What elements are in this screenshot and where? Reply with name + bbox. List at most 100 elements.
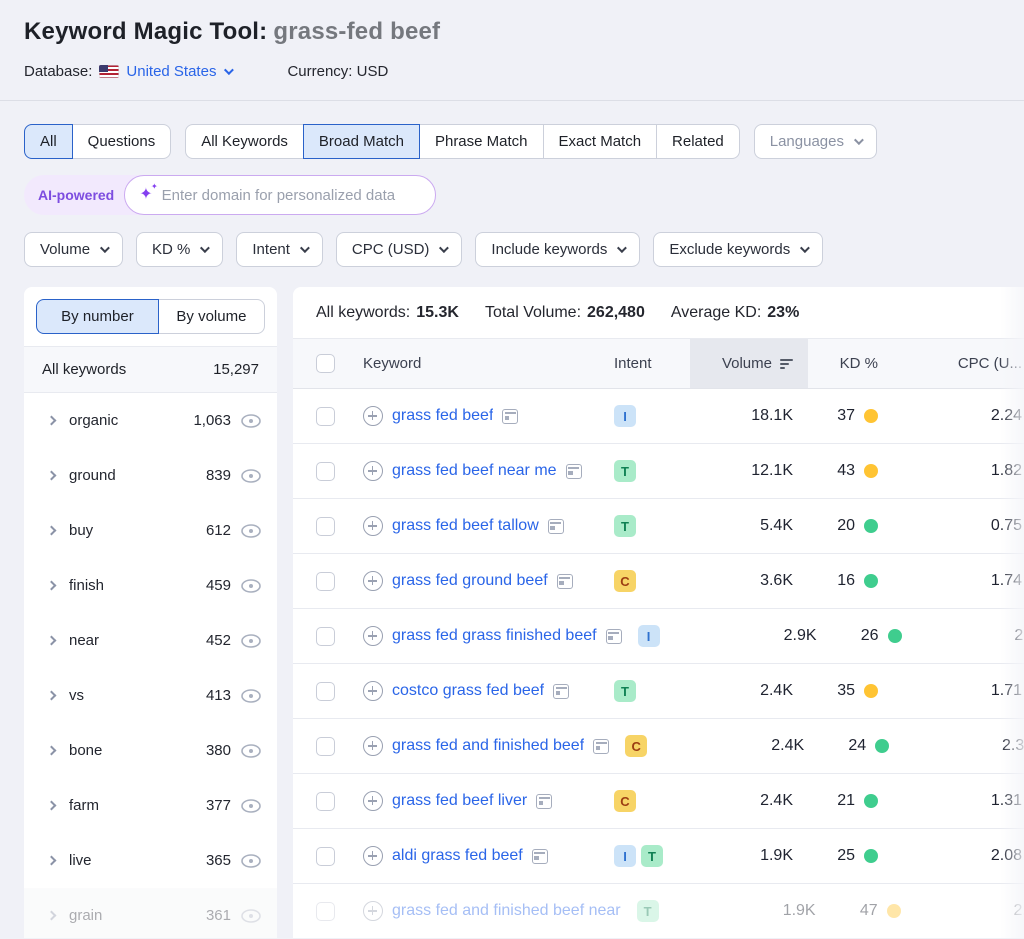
row-checkbox[interactable] xyxy=(316,571,335,591)
group-item-buy[interactable]: buy 612 xyxy=(24,503,277,558)
all-keywords-row[interactable]: All keywords 15,297 xyxy=(24,346,277,393)
column-header-volume[interactable]: Volume xyxy=(690,339,808,388)
keyword-link[interactable]: grass fed beef xyxy=(392,407,493,425)
serp-icon[interactable] xyxy=(565,463,582,479)
row-checkbox[interactable] xyxy=(316,736,335,756)
by-volume-tab[interactable]: By volume xyxy=(157,299,265,334)
keyword-link[interactable]: grass fed and finished beef xyxy=(392,737,584,755)
kd-filter-dropdown[interactable]: KD % xyxy=(136,232,224,267)
add-keyword-icon[interactable] xyxy=(363,736,383,756)
domain-input[interactable] xyxy=(161,186,417,204)
row-checkbox[interactable] xyxy=(316,901,335,921)
keyword-link[interactable]: grass fed ground beef xyxy=(392,572,548,590)
keyword-link[interactable]: grass fed beef liver xyxy=(392,792,527,810)
languages-dropdown[interactable]: Languages xyxy=(753,124,877,159)
volume-value: 1.9K xyxy=(760,847,793,864)
eye-icon[interactable] xyxy=(241,743,261,758)
table-row: grass fed grass finished beef I 2.9K 26 … xyxy=(293,609,1024,664)
intent-filter-dropdown[interactable]: Intent xyxy=(236,232,323,267)
eye-icon[interactable] xyxy=(241,908,261,923)
kd-dot xyxy=(887,629,902,643)
exclude-keywords-dropdown[interactable]: Exclude keywords xyxy=(653,232,824,267)
keyword-link[interactable]: grass fed beef near me xyxy=(392,462,557,480)
column-header-kd[interactable]: KD % xyxy=(808,339,908,388)
table-row: grass fed beef liver C 2.4K 21 1.31 xyxy=(293,774,1024,829)
group-item-near[interactable]: near 452 xyxy=(24,613,277,668)
keyword-link[interactable]: costco grass fed beef xyxy=(392,682,544,700)
group-item-live[interactable]: live 365 xyxy=(24,833,277,888)
serp-icon[interactable] xyxy=(593,738,610,754)
include-keywords-dropdown[interactable]: Include keywords xyxy=(475,232,641,267)
group-item-bone[interactable]: bone 380 xyxy=(24,723,277,778)
cpc-filter-dropdown[interactable]: CPC (USD) xyxy=(335,232,463,267)
row-checkbox[interactable] xyxy=(316,791,335,811)
eye-icon[interactable] xyxy=(241,633,261,648)
tab-all-keywords[interactable]: All Keywords xyxy=(185,124,304,159)
group-item-finish[interactable]: finish 459 xyxy=(24,558,277,613)
page-header: Keyword Magic Tool: grass-fed beef Databa… xyxy=(0,0,1024,101)
tab-all[interactable]: All xyxy=(24,124,73,159)
cpc-value: 1.74 xyxy=(990,572,1022,589)
chevron-right-icon xyxy=(46,470,57,481)
eye-icon[interactable] xyxy=(241,578,261,593)
intent-badge: I xyxy=(637,625,660,647)
eye-icon[interactable] xyxy=(241,468,261,483)
tab-exact-match[interactable]: Exact Match xyxy=(542,124,658,159)
add-keyword-icon[interactable] xyxy=(363,626,383,646)
add-keyword-icon[interactable] xyxy=(363,461,383,481)
keyword-link[interactable]: grass fed grass finished beef xyxy=(392,627,597,645)
column-header-keyword[interactable]: Keyword xyxy=(349,339,598,388)
row-checkbox[interactable] xyxy=(316,846,335,866)
add-keyword-icon[interactable] xyxy=(363,516,383,536)
add-keyword-icon[interactable] xyxy=(363,681,383,701)
group-name: finish xyxy=(69,577,105,594)
row-checkbox[interactable] xyxy=(316,461,335,481)
add-keyword-icon[interactable] xyxy=(363,846,383,866)
column-header-intent[interactable]: Intent xyxy=(598,339,690,388)
column-header-cpc[interactable]: CPC (U... xyxy=(908,339,1024,388)
eye-icon[interactable] xyxy=(241,853,261,868)
group-item-organic[interactable]: organic 1,063 xyxy=(24,393,277,448)
intent-filter-label: Intent xyxy=(252,241,290,258)
eye-icon[interactable] xyxy=(241,413,261,428)
row-checkbox[interactable] xyxy=(316,406,335,426)
keyword-link[interactable]: grass fed beef tallow xyxy=(392,517,539,535)
group-item-ground[interactable]: ground 839 xyxy=(24,448,277,503)
row-checkbox[interactable] xyxy=(316,516,335,536)
keyword-link[interactable]: aldi grass fed beef xyxy=(392,847,523,865)
select-all-checkbox[interactable] xyxy=(316,354,335,373)
database-selector[interactable]: United States xyxy=(126,63,235,80)
group-item-farm[interactable]: farm 377 xyxy=(24,778,277,833)
add-keyword-icon[interactable] xyxy=(363,571,383,591)
serp-icon[interactable] xyxy=(531,848,548,864)
add-keyword-icon[interactable] xyxy=(363,901,383,921)
row-checkbox[interactable] xyxy=(316,681,335,701)
serp-icon[interactable] xyxy=(536,793,553,809)
serp-icon[interactable] xyxy=(556,573,573,589)
group-item-vs[interactable]: vs 413 xyxy=(24,668,277,723)
eye-icon[interactable] xyxy=(241,688,261,703)
serp-icon[interactable] xyxy=(553,683,570,699)
kd-dot xyxy=(886,904,901,918)
chevron-down-icon xyxy=(853,135,864,146)
chevron-down-icon xyxy=(224,65,235,76)
by-number-tab[interactable]: By number xyxy=(36,299,159,334)
tab-broad-match[interactable]: Broad Match xyxy=(302,124,420,159)
keyword-link[interactable]: grass fed and finished beef near xyxy=(392,902,621,920)
eye-icon[interactable] xyxy=(241,523,261,538)
tab-questions[interactable]: Questions xyxy=(71,124,172,159)
serp-icon[interactable] xyxy=(547,518,564,534)
chevron-right-icon xyxy=(46,745,57,756)
kd-cell: 26 xyxy=(832,627,932,645)
serp-icon[interactable] xyxy=(502,408,519,424)
chevron-down-icon xyxy=(299,243,310,254)
tab-related[interactable]: Related xyxy=(656,124,740,159)
serp-icon[interactable] xyxy=(605,628,622,644)
add-keyword-icon[interactable] xyxy=(363,791,383,811)
row-checkbox[interactable] xyxy=(316,626,335,646)
eye-icon[interactable] xyxy=(241,798,261,813)
group-item-grain[interactable]: grain 361 xyxy=(24,888,277,939)
add-keyword-icon[interactable] xyxy=(363,406,383,426)
volume-filter-dropdown[interactable]: Volume xyxy=(24,232,124,267)
tab-phrase-match[interactable]: Phrase Match xyxy=(418,124,544,159)
